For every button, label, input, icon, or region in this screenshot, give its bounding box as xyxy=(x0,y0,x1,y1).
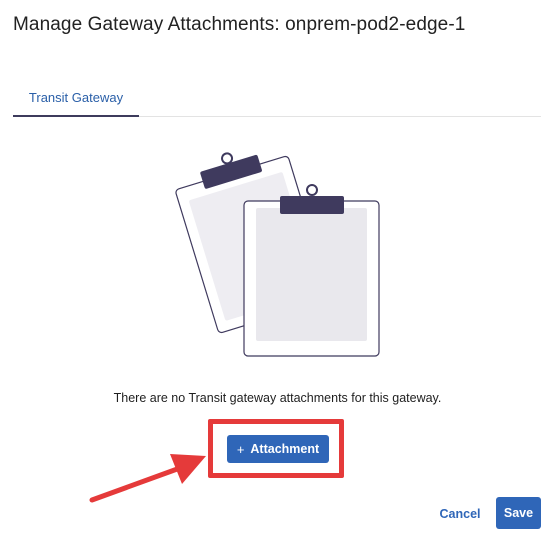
add-attachment-button[interactable]: + Attachment xyxy=(227,435,329,463)
tab-bar: Transit Gateway xyxy=(13,80,541,117)
front-clipboard-icon xyxy=(243,184,380,357)
save-button[interactable]: Save xyxy=(496,497,541,529)
plus-icon: + xyxy=(236,441,245,457)
tab-transit-gateway[interactable]: Transit Gateway xyxy=(13,80,139,117)
clipboards-icon xyxy=(175,152,380,357)
empty-state-message: There are no Transit gateway attachments… xyxy=(113,391,442,405)
add-attachment-label: Attachment xyxy=(250,442,320,456)
red-arrow-icon xyxy=(89,454,206,503)
cancel-button[interactable]: Cancel xyxy=(432,500,488,528)
dialog-title: Manage Gateway Attachments: onprem-pod2-… xyxy=(13,14,466,35)
